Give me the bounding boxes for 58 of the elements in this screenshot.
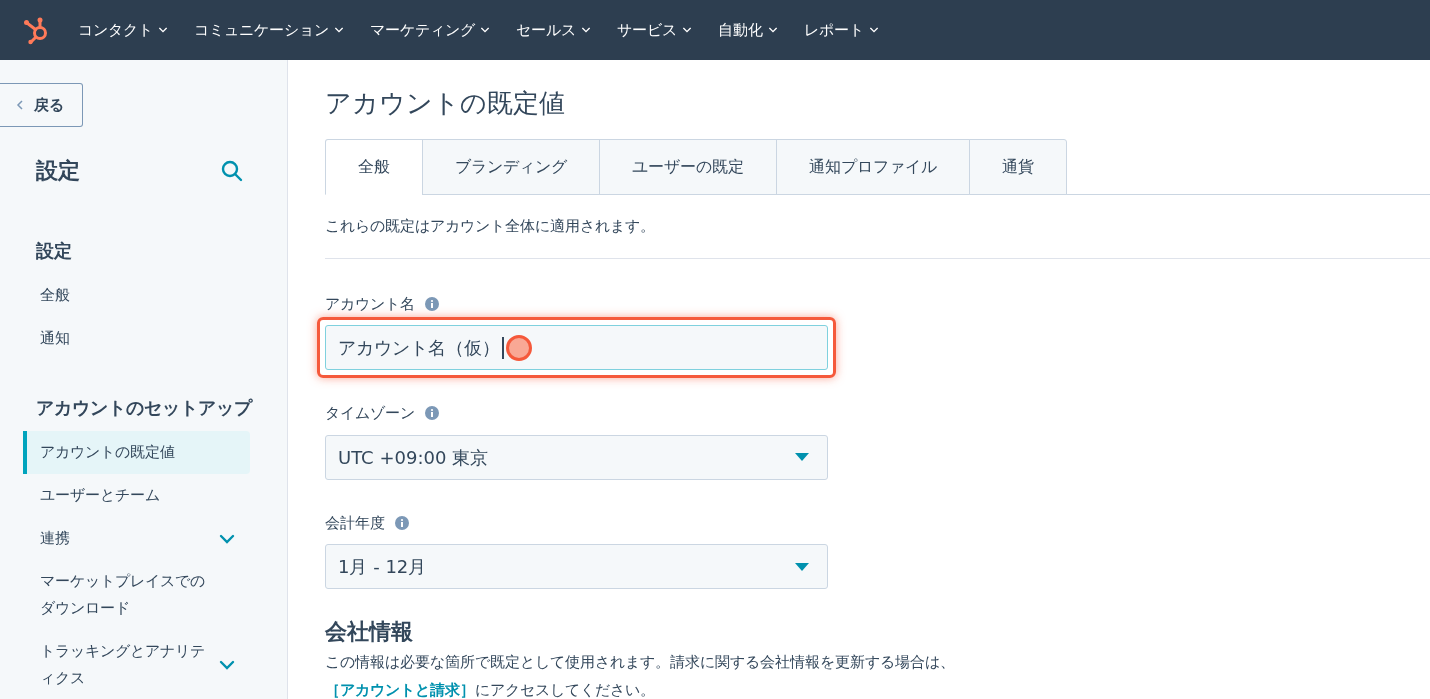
tab[interactable]: ユーザーの既定 <box>599 139 777 195</box>
dropdown-select[interactable]: 1月 - 12月 <box>325 544 828 589</box>
sidebar-item-label: 通知 <box>40 328 71 349</box>
caret-icon <box>795 562 809 571</box>
chevron-down-icon <box>158 25 168 35</box>
sidebar-title: 設定 <box>36 157 80 185</box>
input-value: アカウント名（仮） <box>338 336 500 360</box>
nav-menu-item[interactable]: コンタクト <box>78 18 168 42</box>
info-icon[interactable] <box>425 296 439 311</box>
sidebar-item-label: マーケットプレイスでのダウンロード <box>40 571 206 619</box>
back-button[interactable]: 戻る <box>0 83 83 127</box>
account-billing-link[interactable]: ［アカウントと請求］ <box>325 681 475 699</box>
nav-menu-item[interactable]: マーケティング <box>370 18 490 42</box>
click-marker <box>505 334 532 361</box>
tab[interactable]: 通知プロファイル <box>776 139 970 195</box>
tab[interactable]: 全般 <box>325 139 423 195</box>
sidebar-item[interactable]: 全般 <box>23 274 250 317</box>
caret-icon <box>795 453 809 461</box>
chevron-down-icon <box>768 25 778 35</box>
sidebar-item-label: ユーザーとチーム <box>40 485 161 506</box>
text-cursor <box>502 336 504 359</box>
sidebar-item[interactable]: 連携 <box>23 517 250 560</box>
nav-menu-item[interactable]: セールス <box>516 18 591 42</box>
sidebar-item[interactable]: 通知 <box>23 317 250 360</box>
page-title: アカウントの既定値 <box>325 87 566 120</box>
sidebar-item[interactable]: トラッキングとアナリティクス <box>23 630 250 699</box>
sidebar-section-heading: 設定 <box>35 239 73 263</box>
sidebar-item[interactable]: マーケットプレイスでのダウンロード <box>23 560 250 630</box>
info-icon[interactable] <box>395 515 409 530</box>
text-input-field[interactable]: アカウント名（仮） <box>325 325 828 370</box>
chevron-down-icon <box>682 25 692 35</box>
dropdown-select[interactable]: UTC +09:00 東京 <box>325 434 828 480</box>
sidebar-section-heading: アカウントのセットアップ <box>35 396 254 420</box>
chevron-left-icon <box>16 99 24 111</box>
sidebar-item-label: 連携 <box>40 528 71 549</box>
chevron-down-icon <box>334 25 344 35</box>
sidebar-item-label: アカウントの既定値 <box>40 442 176 463</box>
nav-menu-item[interactable]: コミュニケーション <box>194 18 344 42</box>
sidebar-item-label: 全般 <box>40 285 71 306</box>
description-text: これらの既定はアカウント全体に適用されます。 <box>325 216 656 237</box>
nav-menu-item[interactable]: 自動化 <box>718 18 778 42</box>
info-icon[interactable] <box>425 406 439 421</box>
chevron-down-icon <box>480 25 490 35</box>
section-heading: 会社情報 <box>325 618 414 646</box>
tab[interactable]: ブランディング <box>422 139 600 195</box>
field-label: アカウント名 <box>325 293 415 315</box>
tab[interactable]: 通貨 <box>969 139 1067 195</box>
company-info-text: この情報は必要な箇所で既定として使用されます。請求に関する会社情報を更新する場合は、 ［アカウントと請求］にアクセスしてください。 <box>325 652 956 699</box>
chevron-down-icon <box>869 25 879 35</box>
field-label: 会計年度 <box>325 512 385 534</box>
sidebar-item[interactable]: ユーザーとチーム <box>23 474 250 517</box>
nav-menu-item[interactable]: サービス <box>617 18 692 42</box>
chevron-down-icon <box>581 25 591 35</box>
sidebar-item[interactable]: アカウントの既定値 <box>23 431 250 474</box>
search-icon[interactable] <box>221 159 243 182</box>
sidebar-item-label: トラッキングとアナリティクス <box>40 641 206 689</box>
nav-menu-item[interactable]: レポート <box>804 18 879 42</box>
field-label: タイムゾーン <box>325 403 415 424</box>
